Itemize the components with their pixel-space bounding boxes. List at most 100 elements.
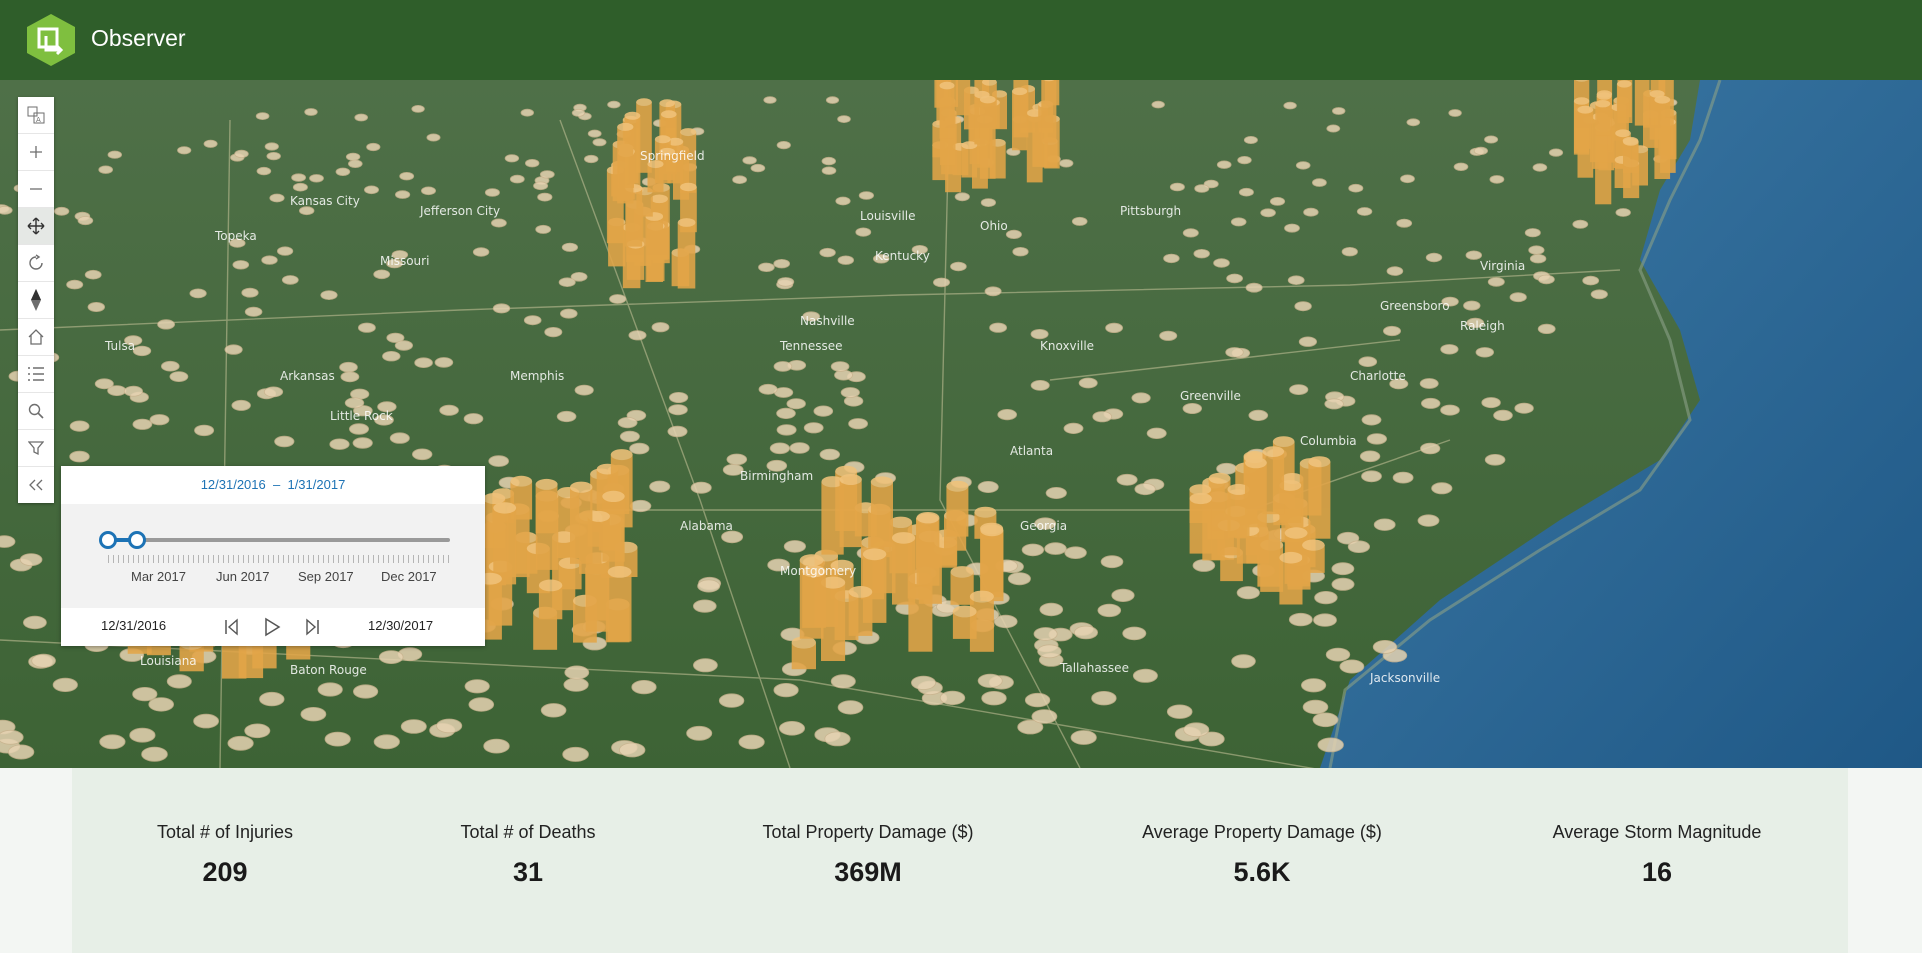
tick-label: Dec 2017 [381,569,437,584]
map-label: Raleigh [1460,319,1505,333]
map-label: Birmingham [740,469,813,483]
map-scene[interactable]: Kansas City Topeka Jefferson City Springfie… [0,80,1922,768]
map-label: Greensboro [1380,299,1450,313]
map-label: Pittsburgh [1120,204,1181,218]
map-label: Atlanta [1010,444,1053,458]
map-label: Jacksonville [1369,671,1440,685]
zoom-out-button[interactable] [18,171,54,208]
layer-list-icon [28,367,44,381]
stat-value: 5.6K [1233,857,1291,887]
map-label: Louisiana [140,654,197,668]
rotate-button[interactable] [18,245,54,282]
map-label: Nashville [800,314,855,328]
home-button[interactable] [18,319,54,356]
svg-text:A: A [36,116,41,124]
pan-icon [27,217,45,235]
stat-deaths: Total # of Deaths 31 [460,822,595,888]
app-header: Observer [0,0,1922,80]
stat-value: 209 [202,857,248,887]
map-label: Jefferson City [419,204,500,218]
map-label: Charlotte [1350,369,1406,383]
summary-stats-bar: Total # of Injuries 209 Total # of Death… [0,768,1922,953]
map-label: Alabama [680,519,733,533]
time-slider-ticks [108,555,450,563]
range-start: 12/31/2016 [200,477,266,492]
time-slider-panel: 12/31/2016 – 1/31/2017 Mar 2017 Jun 2017… [61,466,485,646]
pan-button[interactable] [18,208,54,245]
map-label: Georgia [1020,519,1067,533]
map-label: Virginia [1480,259,1525,273]
search-button[interactable] [18,393,54,430]
stat-label: Average Storm Magnitude [1552,822,1762,842]
zoom-in-button[interactable] [18,134,54,171]
range-separator: – [273,477,281,492]
max-date: 12/30/2017 [368,618,434,633]
observer-logo-icon [27,14,75,66]
rotate-icon [29,254,43,270]
map-label: Kansas City [290,194,360,208]
tick-label: Sep 2017 [298,569,354,584]
summary-stats-panel: Total # of Injuries 209 Total # of Death… [72,768,1848,953]
time-slider-track[interactable] [108,538,450,542]
play-button[interactable] [261,616,283,638]
min-date: 12/31/2016 [101,618,167,633]
map-label: Columbia [1300,434,1357,448]
tick-label: Jun 2017 [216,569,270,584]
layer-list-button[interactable] [18,356,54,393]
stat-injuries: Total # of Injuries 209 [157,822,293,888]
map-label: Missouri [380,254,429,268]
time-slider-controls: 12/31/2016 12/30/2017 [61,608,485,646]
map-canvas[interactable]: Kansas City Topeka Jefferson City Springfie… [0,80,1922,768]
stat-label: Total # of Deaths [460,822,596,842]
basemap-toggle-icon: A [27,106,45,124]
zoom-in-icon [30,146,42,158]
map-label: Springfield [640,149,705,163]
stat-average-storm-magnitude: Average Storm Magnitude 16 [1553,822,1762,888]
app-title: Observer [91,25,186,51]
compass-button[interactable] [18,282,54,319]
stat-total-property-damage: Total Property Damage ($) 369M [762,822,973,888]
stat-value: 16 [1641,857,1673,887]
tick-label: Mar 2017 [131,569,186,584]
next-icon [306,618,319,636]
map-label: Ohio [980,219,1008,233]
map-label: Memphis [510,369,564,383]
range-end: 1/31/2017 [287,477,346,492]
home-icon [28,329,44,345]
map-label: Kentucky [875,249,930,263]
stat-value: 369M [834,857,902,887]
play-icon [265,617,281,637]
previous-button[interactable] [220,616,242,638]
previous-icon [225,618,238,636]
time-slider-start-thumb[interactable] [99,531,117,549]
filter-icon [28,441,44,456]
map-label: Greenville [1180,389,1241,403]
map-label: Baton Rouge [290,663,367,677]
collapse-icon [29,479,43,491]
time-slider-track-area: Mar 2017 Jun 2017 Sep 2017 Dec 2017 [61,504,485,608]
map-label: Knoxville [1040,339,1094,353]
next-button[interactable] [302,616,324,638]
compass-icon [31,289,41,311]
collapse-button[interactable] [18,467,54,503]
stat-value: 31 [512,857,544,887]
stat-average-property-damage: Average Property Damage ($) 5.6K [1142,822,1382,888]
map-label: Little Rock [330,409,393,423]
map-label: Montgomery [780,564,856,578]
search-icon [28,403,44,419]
map-label: Louisville [860,209,916,223]
map-label: Arkansas [280,369,335,383]
time-extent-label: 12/31/2016 – 1/31/2017 [61,477,485,492]
stat-label: Total Property Damage ($) [762,822,974,842]
map-label: Topeka [214,229,257,243]
filter-button[interactable] [18,430,54,467]
zoom-out-icon [30,188,42,190]
map-label: Tallahassee [1059,661,1129,675]
map-toolbar: A [18,97,54,503]
time-slider-end-thumb[interactable] [128,531,146,549]
stat-label: Total # of Injuries [156,822,294,842]
map-label: Tennessee [779,339,843,353]
map-label: Tulsa [104,339,135,353]
basemap-toggle-button[interactable]: A [18,97,54,134]
stat-label: Average Property Damage ($) [1142,822,1382,842]
